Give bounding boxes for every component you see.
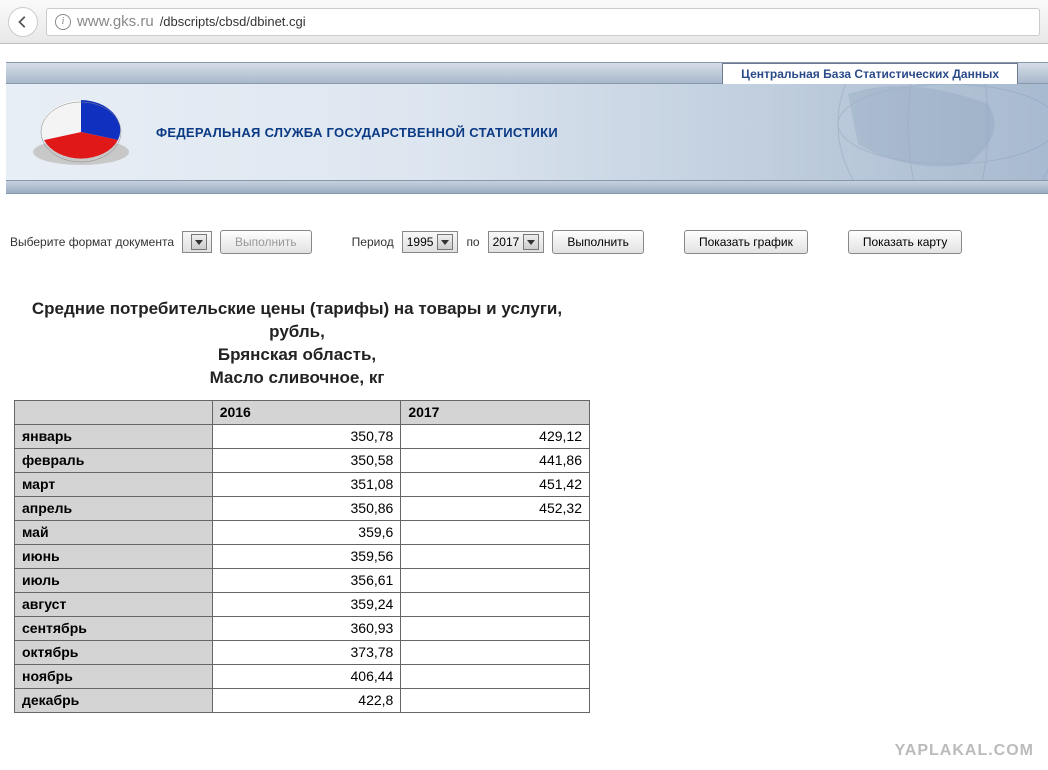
value-2016: 406,44 — [212, 664, 401, 688]
format-select[interactable] — [182, 231, 212, 253]
value-2017 — [401, 664, 590, 688]
period-from-select[interactable]: 1995 — [402, 231, 459, 253]
table-row: август359,24 — [15, 592, 590, 616]
value-2017 — [401, 616, 590, 640]
year-header-2017: 2017 — [401, 400, 590, 424]
show-map-button[interactable]: Показать карту — [848, 230, 963, 254]
top-banner: Центральная База Статистических Данных — [6, 62, 1048, 84]
format-label: Выберите формат документа — [10, 235, 174, 249]
organization-name: ФЕДЕРАЛЬНАЯ СЛУЖБА ГОСУДАРСТВЕННОЙ СТАТИ… — [156, 125, 558, 140]
show-chart-button[interactable]: Показать график — [684, 230, 808, 254]
value-2016: 356,61 — [212, 568, 401, 592]
execute-period-button[interactable]: Выполнить — [552, 230, 644, 254]
table-row: апрель350,86452,32 — [15, 496, 590, 520]
value-2017 — [401, 544, 590, 568]
corner-cell — [15, 400, 213, 424]
value-2017: 452,32 — [401, 496, 590, 520]
month-label: ноябрь — [15, 664, 213, 688]
globe-decoration-icon — [648, 84, 1048, 180]
month-label: март — [15, 472, 213, 496]
controls-toolbar: Выберите формат документа Выполнить Пери… — [0, 194, 1048, 264]
banner-bottom-stripe — [6, 180, 1048, 194]
month-label: август — [15, 592, 213, 616]
month-label: июль — [15, 568, 213, 592]
pie-logo-icon — [26, 92, 136, 172]
title-line-2: Брянская область, — [218, 345, 376, 364]
value-2017 — [401, 640, 590, 664]
value-2016: 359,6 — [212, 520, 401, 544]
month-label: декабрь — [15, 688, 213, 712]
value-2016: 350,78 — [212, 424, 401, 448]
month-label: июнь — [15, 544, 213, 568]
value-2017: 451,42 — [401, 472, 590, 496]
arrow-left-icon — [16, 15, 30, 29]
value-2016: 351,08 — [212, 472, 401, 496]
table-row: ноябрь406,44 — [15, 664, 590, 688]
watermark: YAPLAKAL.COM — [895, 742, 1034, 760]
title-line-1: Средние потребительские цены (тарифы) на… — [32, 299, 562, 341]
url-path: /dbscripts/cbsd/dbinet.cgi — [160, 14, 306, 29]
value-2017: 441,86 — [401, 448, 590, 472]
chevron-down-icon — [191, 234, 207, 250]
period-to-select[interactable]: 2017 — [488, 231, 545, 253]
month-label: апрель — [15, 496, 213, 520]
table-row: май359,6 — [15, 520, 590, 544]
month-label: январь — [15, 424, 213, 448]
value-2017 — [401, 520, 590, 544]
back-button[interactable] — [8, 7, 38, 37]
table-row: июль356,61 — [15, 568, 590, 592]
value-2016: 359,24 — [212, 592, 401, 616]
period-to-value: 2017 — [493, 235, 520, 249]
value-2017 — [401, 568, 590, 592]
period-from-value: 1995 — [407, 235, 434, 249]
table-header-row: 2016 2017 — [15, 400, 590, 424]
month-label: февраль — [15, 448, 213, 472]
table-title: Средние потребительские цены (тарифы) на… — [0, 298, 580, 390]
chevron-down-icon — [437, 234, 453, 250]
month-label: сентябрь — [15, 616, 213, 640]
table-row: январь350,78429,12 — [15, 424, 590, 448]
price-table: 2016 2017 январь350,78429,12февраль350,5… — [14, 400, 590, 713]
period-label: Период — [352, 235, 394, 249]
execute-format-button[interactable]: Выполнить — [220, 230, 312, 254]
month-label: май — [15, 520, 213, 544]
table-row: декабрь422,8 — [15, 688, 590, 712]
value-2016: 350,86 — [212, 496, 401, 520]
period-to-label: по — [466, 235, 479, 249]
central-db-label: Центральная База Статистических Данных — [722, 63, 1018, 85]
page-header: Центральная База Статистических Данных Ф… — [6, 62, 1048, 194]
value-2016: 373,78 — [212, 640, 401, 664]
value-2017: 429,12 — [401, 424, 590, 448]
chevron-down-icon — [523, 234, 539, 250]
value-2017 — [401, 688, 590, 712]
table-row: октябрь373,78 — [15, 640, 590, 664]
info-icon: i — [55, 14, 71, 30]
table-row: сентябрь360,93 — [15, 616, 590, 640]
value-2017 — [401, 592, 590, 616]
table-row: март351,08451,42 — [15, 472, 590, 496]
main-banner: ФЕДЕРАЛЬНАЯ СЛУЖБА ГОСУДАРСТВЕННОЙ СТАТИ… — [6, 84, 1048, 180]
value-2016: 359,56 — [212, 544, 401, 568]
table-row: июнь359,56 — [15, 544, 590, 568]
url-host: www.gks.ru — [77, 13, 154, 30]
year-header-2016: 2016 — [212, 400, 401, 424]
value-2016: 422,8 — [212, 688, 401, 712]
value-2016: 360,93 — [212, 616, 401, 640]
address-bar[interactable]: i www.gks.ru/dbscripts/cbsd/dbinet.cgi — [46, 8, 1040, 36]
table-row: февраль350,58441,86 — [15, 448, 590, 472]
title-line-3: Масло сливочное, кг — [210, 368, 385, 387]
browser-toolbar: i www.gks.ru/dbscripts/cbsd/dbinet.cgi — [0, 0, 1048, 44]
value-2016: 350,58 — [212, 448, 401, 472]
month-label: октябрь — [15, 640, 213, 664]
